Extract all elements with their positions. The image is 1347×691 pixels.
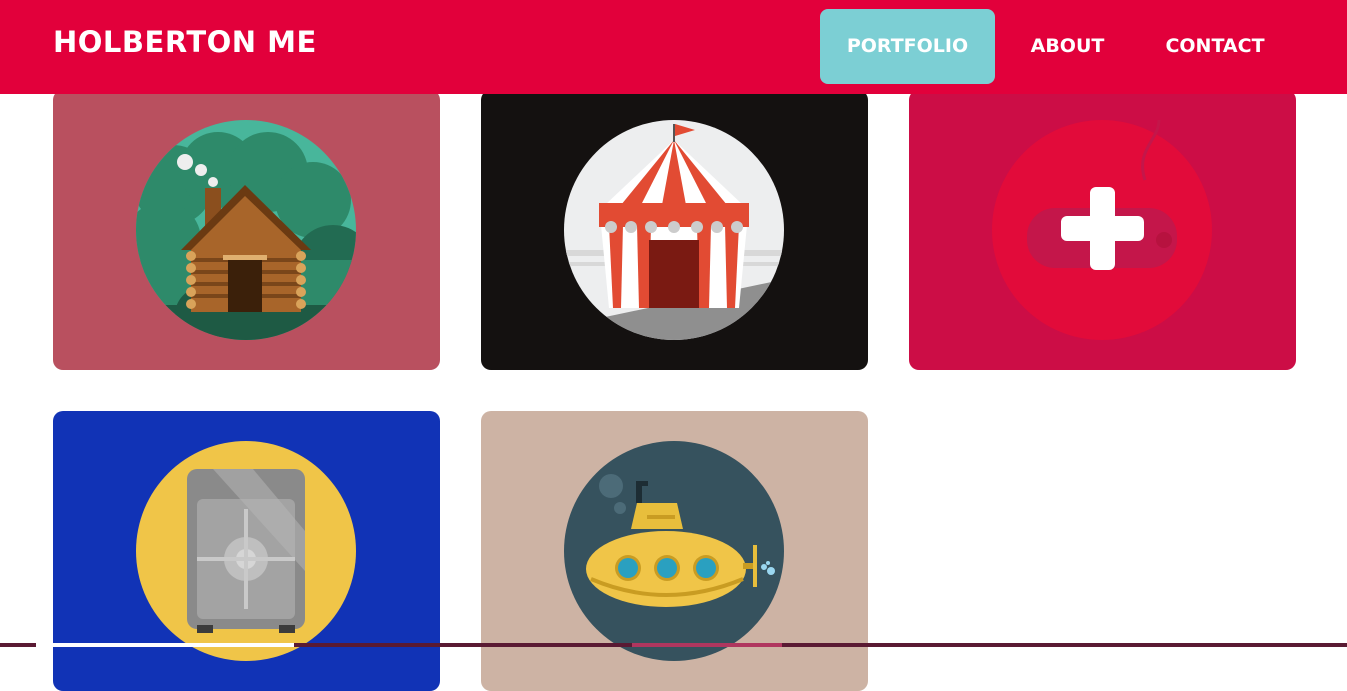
- submarine-icon: [481, 411, 868, 691]
- game-controller-icon: [909, 90, 1296, 370]
- portfolio-item-cabin[interactable]: [53, 90, 440, 370]
- nav-about[interactable]: ABOUT: [1010, 9, 1125, 84]
- site-header: HOLBERTON ME PORTFOLIO ABOUT CONTACT: [0, 0, 1347, 94]
- portfolio-item-safe[interactable]: [53, 411, 440, 691]
- bottom-strip: [0, 643, 1347, 647]
- site-brand[interactable]: HOLBERTON ME: [53, 25, 317, 59]
- nav-contact[interactable]: CONTACT: [1145, 9, 1285, 84]
- circus-tent-icon: [481, 90, 868, 370]
- portfolio-item-circus[interactable]: [481, 90, 868, 370]
- portfolio-item-submarine[interactable]: [481, 411, 868, 691]
- safe-vault-icon: [53, 411, 440, 691]
- nav-portfolio[interactable]: PORTFOLIO: [820, 9, 995, 84]
- portfolio-item-games[interactable]: [909, 90, 1296, 370]
- log-cabin-icon: [53, 90, 440, 370]
